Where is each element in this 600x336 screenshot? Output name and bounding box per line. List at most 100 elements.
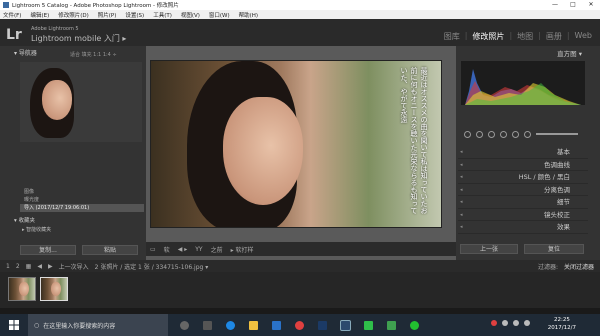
histogram-graph xyxy=(465,69,581,105)
before-after-toggle[interactable]: YY xyxy=(195,246,202,253)
store-icon[interactable] xyxy=(269,314,283,336)
graduated-filter-icon[interactable] xyxy=(500,130,507,138)
tray-icon[interactable] xyxy=(502,320,508,326)
red-eye-icon[interactable] xyxy=(488,130,495,138)
back-arrow-icon[interactable]: ◀ xyxy=(37,263,42,270)
minimize-button[interactable]: — xyxy=(546,0,564,10)
module-develop[interactable]: 修改照片 xyxy=(472,31,504,42)
photoshop-icon[interactable] xyxy=(315,314,329,336)
collections-header[interactable]: ▾ 收藏夹 xyxy=(14,216,144,224)
previous-button[interactable]: 上一张 xyxy=(460,244,518,254)
develop-sections: 基本 色调曲线 HSL / 颜色 / 黑白 分离色调 细节 镜头校正 效果 xyxy=(458,146,588,234)
lightroom-icon[interactable] xyxy=(338,314,352,336)
folder-icon[interactable] xyxy=(384,314,398,336)
tool-slider[interactable] xyxy=(536,133,578,135)
catalog-name: Adobe Lightroom 5 xyxy=(31,26,79,32)
chrome-icon[interactable] xyxy=(292,314,306,336)
menu-settings[interactable]: 设置(S) xyxy=(125,11,144,19)
module-map[interactable]: 地图 xyxy=(517,31,533,42)
histogram-header[interactable]: 直方图 ▾ xyxy=(458,48,582,58)
menu-develop[interactable]: 修改照片(D) xyxy=(58,11,89,19)
section-tone-curve[interactable]: 色调曲线 xyxy=(458,159,588,171)
view-compare[interactable]: 软 xyxy=(164,245,170,254)
history-list: 图像 曝光度 导入 (2017/12/7 19:06:01) xyxy=(20,188,144,212)
crop-tool-icon[interactable] xyxy=(464,130,471,138)
menu-edit[interactable]: 编辑(E) xyxy=(30,11,49,19)
soft-proof-checkbox[interactable]: ▸ 软打样 xyxy=(231,245,254,254)
filter-label: 过滤器: xyxy=(537,263,558,271)
mobile-link[interactable]: Lightroom mobile 入门 ▸ xyxy=(31,33,126,44)
forward-arrow-icon[interactable]: ▶ xyxy=(48,263,53,270)
task-view-icon[interactable] xyxy=(200,314,214,336)
history-item[interactable]: 图像 xyxy=(20,188,144,196)
module-web[interactable]: Web xyxy=(575,31,592,42)
paste-button[interactable]: 粘贴 xyxy=(82,245,138,255)
section-detail[interactable]: 细节 xyxy=(458,196,588,209)
menu-view[interactable]: 视图(V) xyxy=(181,11,200,19)
section-lens-corrections[interactable]: 镜头校正 xyxy=(458,209,588,221)
navigator-preview[interactable] xyxy=(20,62,142,142)
menu-window[interactable]: 窗口(W) xyxy=(209,11,230,19)
nav-arrows[interactable]: ◀ ▸ xyxy=(178,246,188,253)
filter-dropdown[interactable]: 关闭过滤器 xyxy=(564,262,594,271)
lr-logo: Lr xyxy=(6,27,22,43)
close-button[interactable]: ✕ xyxy=(582,0,600,10)
system-tray xyxy=(491,320,530,326)
reset-button[interactable]: 复位 xyxy=(524,244,584,254)
search-placeholder: 在这里输入你要搜索的内容 xyxy=(43,322,116,330)
monitor-1-button[interactable]: 1 xyxy=(6,263,10,270)
section-effects[interactable]: 效果 xyxy=(458,221,588,234)
green-app-icon[interactable] xyxy=(407,314,421,336)
filmstrip-thumb-selected[interactable] xyxy=(40,277,68,301)
photo-caption-text: 最近はオススメの曲を聞いて私は知っていたお前に何もオニースを聴いた光栄ならるも知… xyxy=(400,67,428,214)
mic-icon[interactable] xyxy=(177,314,191,336)
module-library[interactable]: 图库 xyxy=(444,31,460,42)
navigator-zoom-modes[interactable]: 适合 填充 1:1 1:4 ÷ xyxy=(70,51,117,58)
brush-icon[interactable] xyxy=(524,130,531,138)
taskbar-search[interactable]: ○ 在这里输入你要搜索的内容 xyxy=(28,314,168,336)
window-title: Lightroom 5 Catalog - Adobe Photoshop Li… xyxy=(12,3,179,9)
filmstrip xyxy=(0,272,600,308)
selection-info[interactable]: 2 张照片 / 选定 1 张 / 334715-106.jpg ▾ xyxy=(95,262,209,271)
history-item[interactable]: 曝光度 xyxy=(20,196,144,204)
title-bar: Lightroom 5 Catalog - Adobe Photoshop Li… xyxy=(0,0,600,10)
app-icon xyxy=(3,2,9,8)
explorer-icon[interactable] xyxy=(246,314,260,336)
tool-strip xyxy=(460,127,586,141)
menu-file[interactable]: 文件(F) xyxy=(3,11,21,19)
tray-icon[interactable] xyxy=(524,320,530,326)
grid-icon[interactable]: ▦ xyxy=(26,263,32,270)
histogram xyxy=(461,61,585,105)
wechat-icon[interactable] xyxy=(361,314,375,336)
module-book[interactable]: 画册 xyxy=(546,31,562,42)
menu-photo[interactable]: 照片(P) xyxy=(98,11,117,19)
clock[interactable]: 22:25 2017/12/7 xyxy=(548,316,576,332)
section-basic[interactable]: 基本 xyxy=(458,146,588,159)
filmstrip-thumb[interactable] xyxy=(8,277,36,301)
monitor-2-button[interactable]: 2 xyxy=(16,263,20,270)
filmstrip-bar: 1 2 ▦ ◀ ▶ 上一次导入 2 张照片 / 选定 1 张 / 334715-… xyxy=(0,260,600,272)
maximize-button[interactable]: □ xyxy=(564,0,582,10)
section-hsl[interactable]: HSL / 颜色 / 黑白 xyxy=(458,171,588,184)
tray-icon[interactable] xyxy=(491,320,497,326)
spot-removal-icon[interactable] xyxy=(476,130,483,138)
menu-tools[interactable]: 工具(T) xyxy=(153,11,172,19)
edge-icon[interactable] xyxy=(223,314,237,336)
tray-icon[interactable] xyxy=(513,320,519,326)
before-label: 之前 xyxy=(210,246,223,254)
copy-button[interactable]: 复制... xyxy=(20,245,76,255)
radial-filter-icon[interactable] xyxy=(512,130,519,138)
view-mode-icon[interactable]: ▭ xyxy=(150,246,156,253)
windows-start-icon[interactable] xyxy=(0,314,28,336)
source-label[interactable]: 上一次导入 xyxy=(59,262,89,271)
section-split-toning[interactable]: 分离色调 xyxy=(458,184,588,196)
smart-collections[interactable]: ▸ 智能收藏夹 xyxy=(22,226,51,233)
develop-toolbar: ▭ 软 ◀ ▸ YY 之前 ▸ 软打样 xyxy=(146,242,456,256)
clock-time: 22:25 xyxy=(553,317,570,323)
search-icon: ○ xyxy=(34,321,40,329)
menu-help[interactable]: 帮助(H) xyxy=(239,11,258,19)
history-item-selected[interactable]: 导入 (2017/12/7 19:06:01) xyxy=(20,204,144,212)
main-photo[interactable]: 最近はオススメの曲を聞いて私は知っていたお前に何もオニースを聴いた光栄ならるも知… xyxy=(150,60,442,228)
menu-bar: 文件(F) 编辑(E) 修改照片(D) 照片(P) 设置(S) 工具(T) 视图… xyxy=(0,10,600,19)
clock-date: 2017/12/7 xyxy=(547,325,576,331)
